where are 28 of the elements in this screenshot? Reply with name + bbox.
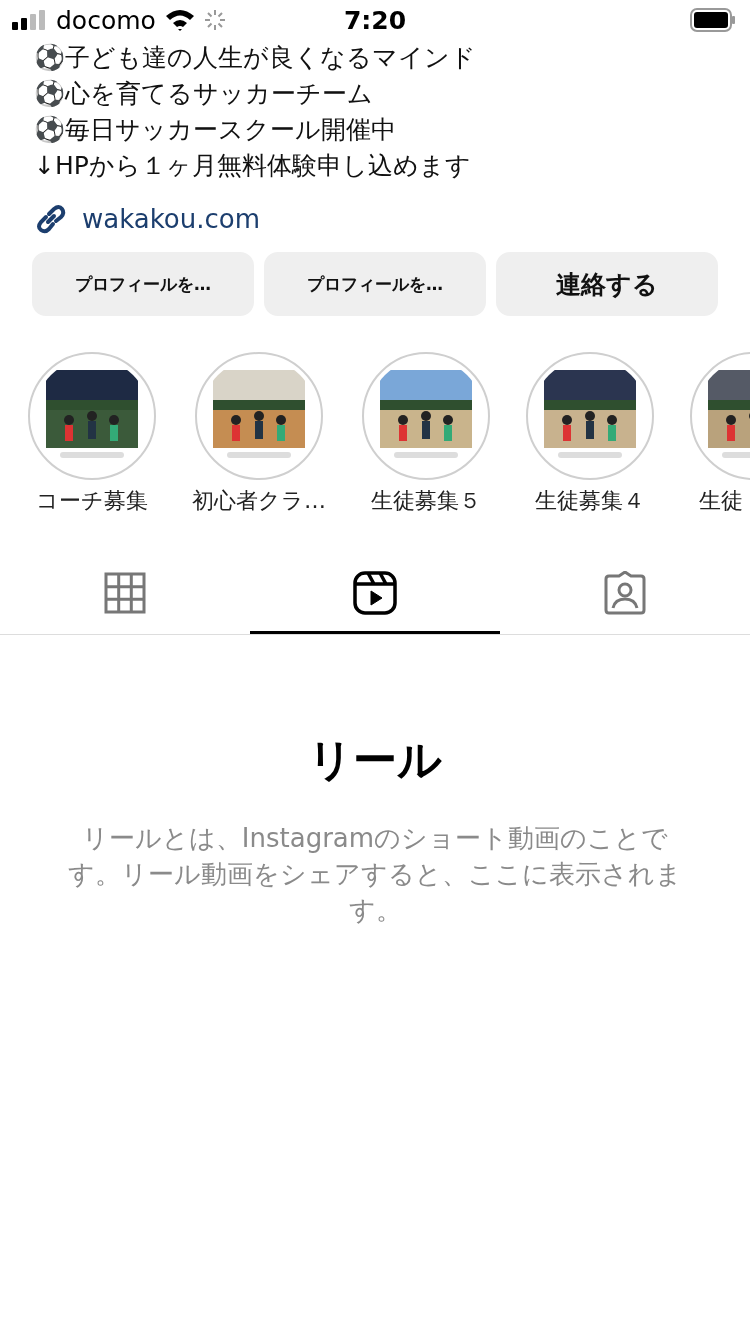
highlight-label: コーチ募集	[36, 487, 148, 515]
carrier-name: docomo	[56, 5, 156, 35]
empty-description: リールとは、Instagramのショート動画のことです。リール動画をシェアすると、ここに表示されます。	[67, 822, 683, 927]
status-time: 7:20	[343, 5, 407, 35]
highlight-label: 生徒募集５	[371, 487, 481, 515]
link-icon	[34, 202, 68, 236]
highlight-ring[interactable]	[526, 352, 654, 480]
highlight-ring[interactable]	[195, 352, 323, 480]
bio-line: ⚽子ども達の人生が良くなるマインド	[34, 42, 477, 74]
bio-line: ↓HPから１ヶ月無料体験申し込めます	[34, 150, 472, 182]
signal-icon	[12, 10, 48, 30]
highlight-label: 生徒募集４	[535, 487, 645, 515]
profile-button[interactable]: プロフィールを…	[264, 252, 486, 316]
contact-button[interactable]: 連絡する	[496, 252, 718, 316]
website-link[interactable]: wakakou.com	[82, 204, 261, 234]
tagged-person-icon	[603, 570, 647, 615]
highlight-ring[interactable]	[28, 352, 156, 480]
profile-button[interactable]: プロフィールを…	[32, 252, 254, 316]
battery-icon	[690, 8, 736, 32]
empty-title: リール	[308, 733, 442, 787]
bio-line: ⚽心を育てるサッカーチーム	[34, 78, 374, 110]
reels-icon	[353, 570, 397, 615]
bio-line: ⚽毎日サッカースクール開催中	[34, 114, 397, 146]
highlight-label: 生徒	[698, 487, 743, 515]
highlight-ring[interactable]	[362, 352, 490, 480]
loading-spinner-icon	[203, 9, 226, 31]
grid-icon	[104, 571, 146, 614]
highlight-label: 初心者クラ…	[192, 487, 326, 515]
